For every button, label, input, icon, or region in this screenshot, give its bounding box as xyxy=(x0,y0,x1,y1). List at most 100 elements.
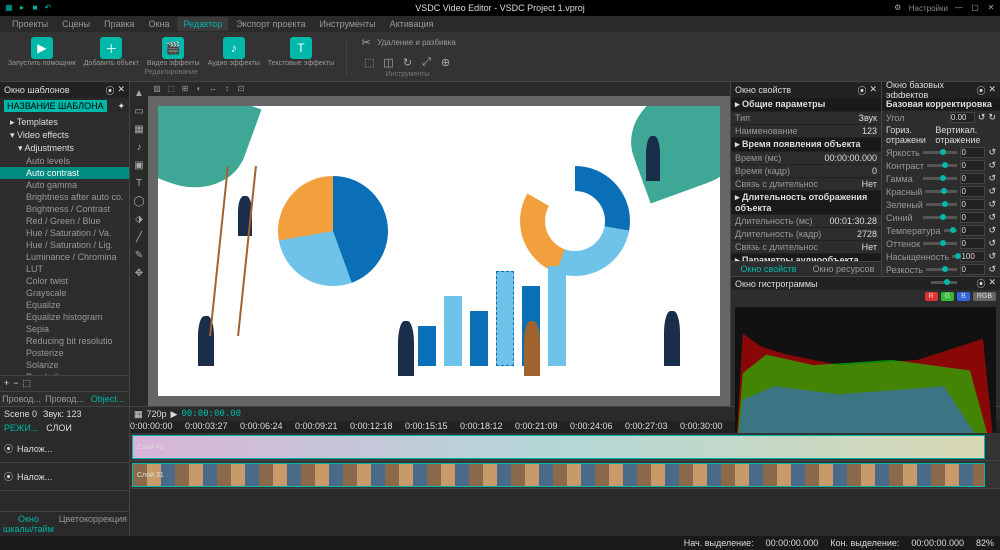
add-icon[interactable]: ✦ xyxy=(117,101,125,112)
pin-icon[interactable]: ⦿ xyxy=(105,84,114,97)
tool-icon[interactable]: ⤢ xyxy=(420,55,434,69)
reset-icon[interactable]: ↺ xyxy=(988,147,996,158)
tree-item[interactable]: Brightness after auto co. xyxy=(0,191,129,203)
minimize-icon[interactable]: — xyxy=(954,3,964,13)
angle-input[interactable] xyxy=(950,112,975,123)
template-tree[interactable]: ▸ Templates▾ Video effects▾ AdjustmentsA… xyxy=(0,114,129,375)
slider[interactable] xyxy=(923,151,957,154)
scene-label[interactable]: Scene 0 xyxy=(4,409,37,419)
tree-item[interactable]: Grayscale xyxy=(0,287,129,299)
histo-channel-button[interactable]: G xyxy=(941,292,954,301)
slider[interactable] xyxy=(923,242,957,245)
open-icon[interactable]: ▸ xyxy=(17,3,27,13)
clip[interactable]: Слой 41 xyxy=(132,435,985,459)
audio-icon[interactable]: ♪ xyxy=(133,142,145,154)
flip-v-label[interactable]: Вертикал. отражение xyxy=(935,125,996,145)
timeline-track[interactable]: Слой 31 xyxy=(130,461,1000,489)
panel-tab[interactable]: Окно шкалы/тайм xyxy=(0,512,57,536)
slider[interactable] xyxy=(926,268,958,271)
cut-icon[interactable]: ✂ xyxy=(359,35,373,49)
close-icon[interactable]: ✕ xyxy=(869,84,877,97)
property-row[interactable]: ТипЗвук xyxy=(731,112,881,125)
property-row[interactable]: Длительность (мс)00:01:30.28 xyxy=(731,215,881,228)
tree-item[interactable]: Hue / Saturation / Va. xyxy=(0,227,129,239)
rotate-cw-icon[interactable]: ↻ xyxy=(988,112,996,123)
slider[interactable] xyxy=(927,164,957,167)
play-icon[interactable]: ▶ xyxy=(171,409,178,420)
layers-label[interactable]: СЛОИ xyxy=(46,423,72,433)
image-icon[interactable]: ▦ xyxy=(133,124,145,136)
canvas-tool-icon[interactable]: ⊡ xyxy=(236,84,246,94)
pin-icon[interactable]: ⦿ xyxy=(976,84,985,97)
panel-tab[interactable]: Object... xyxy=(86,392,129,406)
menu-tab[interactable]: Экспорт проекта xyxy=(230,17,311,31)
ribbon-button[interactable]: 🎬Видео эффекты xyxy=(147,37,200,67)
tree-item[interactable]: Solarize xyxy=(0,359,129,371)
tree-item[interactable]: Equalize histogram xyxy=(0,311,129,323)
close-icon[interactable]: ✕ xyxy=(117,84,125,97)
flip-h-label[interactable]: Гориз. отражени xyxy=(886,125,932,145)
tree-item[interactable]: Luminance / Chromina xyxy=(0,251,129,263)
slider[interactable] xyxy=(952,255,957,258)
preview-canvas[interactable] xyxy=(148,96,730,406)
tree-item[interactable]: Red / Green / Blue xyxy=(0,215,129,227)
tree-item[interactable]: ▸ Templates xyxy=(0,116,129,129)
tree-tool-icon[interactable]: + xyxy=(4,378,9,389)
tree-item[interactable]: LUT xyxy=(0,263,129,275)
timeline-track[interactable]: Слой 41 xyxy=(130,433,1000,461)
tree-item[interactable]: Auto gamma xyxy=(0,179,129,191)
slider[interactable] xyxy=(923,216,957,219)
slider-value[interactable] xyxy=(960,225,985,236)
tree-item[interactable]: Reducing bit resolutio xyxy=(0,335,129,347)
slider[interactable] xyxy=(944,229,958,232)
property-row[interactable]: Время (кадр)0 xyxy=(731,165,881,178)
canvas-tool-icon[interactable]: ◐ xyxy=(194,84,204,94)
slider[interactable] xyxy=(923,177,957,180)
grid-icon[interactable]: ▦ xyxy=(134,409,143,420)
tree-item[interactable]: Hue / Saturation / Lig. xyxy=(0,239,129,251)
panel-tab[interactable]: Цветокоррекция xyxy=(57,512,129,536)
property-row[interactable]: Длительность (кадр)2728 xyxy=(731,228,881,241)
tree-item[interactable]: ▾ Video effects xyxy=(0,129,129,142)
clip[interactable]: Слой 31 xyxy=(132,463,985,487)
reset-icon[interactable]: ↺ xyxy=(988,173,996,184)
reset-icon[interactable]: ↺ xyxy=(988,199,996,210)
shape-icon[interactable]: ◯ xyxy=(133,196,145,208)
tool-icon[interactable]: ↻ xyxy=(401,55,415,69)
reset-icon[interactable]: ↺ xyxy=(988,160,996,171)
slider-value[interactable] xyxy=(960,173,985,184)
reset-icon[interactable]: ↺ xyxy=(988,225,996,236)
ribbon-button[interactable]: ♪Аудио эффекты xyxy=(208,37,260,67)
property-row[interactable]: Связь с длительносНет xyxy=(731,178,881,191)
slider[interactable] xyxy=(926,203,958,206)
slider[interactable] xyxy=(931,281,958,284)
panel-tab[interactable]: Окно свойств xyxy=(731,262,806,276)
ribbon-button[interactable]: ＋Добавить объект xyxy=(84,37,139,67)
panel-tab[interactable]: Окно ресурсов xyxy=(806,262,881,276)
slider-value[interactable] xyxy=(960,264,985,275)
slider-value[interactable] xyxy=(960,251,985,262)
property-row[interactable]: Наименование123 xyxy=(731,125,881,138)
track-label[interactable]: ⦿Налож... xyxy=(0,435,129,463)
slider-value[interactable] xyxy=(960,199,985,210)
reset-icon[interactable]: ↺ xyxy=(988,238,996,249)
tool-icon[interactable]: ◫ xyxy=(382,55,396,69)
panel-tab[interactable]: Провод... xyxy=(43,392,86,406)
menu-tab[interactable]: Проекты xyxy=(6,17,54,31)
reset-icon[interactable]: ↺ xyxy=(988,186,996,197)
mode-label[interactable]: РЕЖИ... xyxy=(4,423,38,433)
chart-icon[interactable]: ⬗ xyxy=(133,214,145,226)
menu-tab[interactable]: Инструменты xyxy=(313,17,381,31)
settings-label[interactable]: Настройки xyxy=(909,4,948,13)
gear-icon[interactable]: ⚙ xyxy=(893,3,903,13)
pin-icon[interactable]: ⦿ xyxy=(976,277,985,290)
canvas-tool-icon[interactable]: ↕ xyxy=(222,84,232,94)
ribbon-button[interactable]: ▶Запустить помощник xyxy=(8,37,76,67)
slider-value[interactable] xyxy=(960,238,985,249)
tree-item[interactable]: Equalize xyxy=(0,299,129,311)
text-icon[interactable]: T xyxy=(133,178,145,190)
res-label[interactable]: 720p xyxy=(147,409,167,419)
undo-icon[interactable]: ↶ xyxy=(43,3,53,13)
line-icon[interactable]: ╱ xyxy=(133,232,145,244)
histo-channel-button[interactable]: B xyxy=(957,292,970,301)
